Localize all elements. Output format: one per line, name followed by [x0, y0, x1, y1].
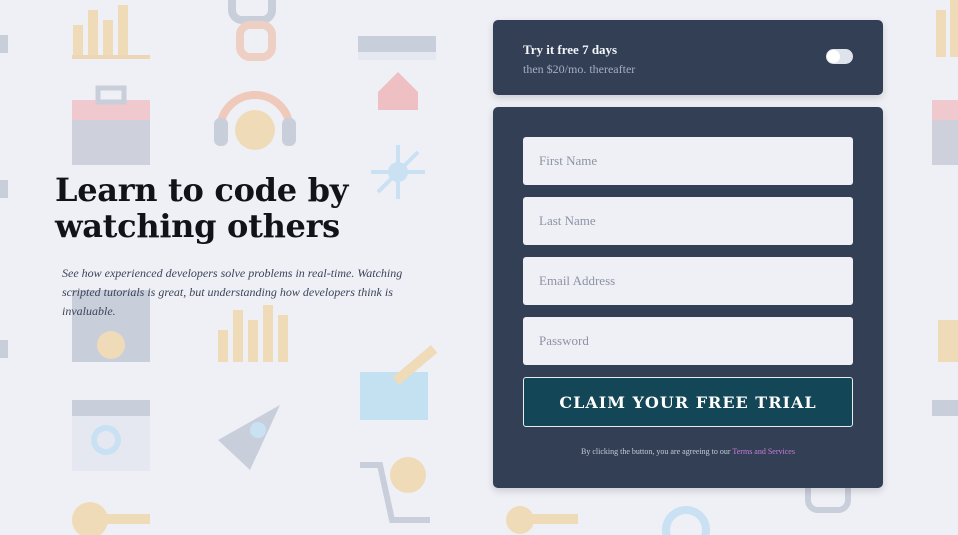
- terms-prefix: By clicking the button, you are agreeing…: [581, 447, 731, 456]
- claim-trial-button[interactable]: CLAIM YOUR FREE TRIAL: [523, 377, 853, 427]
- toolbox-icon: [72, 85, 150, 165]
- password-input[interactable]: [523, 317, 853, 365]
- headset-icon: [214, 91, 296, 150]
- signup-form: CLAIM YOUR FREE TRIAL By clicking the bu…: [493, 107, 883, 488]
- chain-link-icon: [228, 0, 276, 61]
- trial-subtitle: then $20/mo. thereafter: [523, 62, 636, 76]
- cart-icon: [360, 457, 430, 523]
- trial-title: Try it free 7 days: [523, 42, 618, 57]
- hero-description: See how experienced developers solve pro…: [62, 266, 403, 318]
- terms-notice: By clicking the button, you are agreeing…: [493, 447, 883, 456]
- browser-window-icon: [358, 36, 436, 60]
- last-name-input[interactable]: [523, 197, 853, 245]
- key-icon: [72, 502, 578, 535]
- pencil-icon: [360, 345, 438, 420]
- trial-banner: Try it free 7 days then $20/mo. thereaft…: [493, 20, 883, 95]
- email-input[interactable]: [523, 257, 853, 305]
- terms-link[interactable]: Terms and Services: [732, 447, 795, 456]
- toggle-knob: [827, 50, 840, 63]
- first-name-input[interactable]: [523, 137, 853, 185]
- bar-chart-icon: [72, 5, 150, 59]
- gear-icon: [662, 506, 710, 535]
- rocket-icon: [218, 405, 280, 470]
- bar-chart-icon: [936, 0, 958, 362]
- page-title: Learn to code by watching others: [55, 171, 348, 245]
- home-icon: [378, 72, 418, 110]
- trial-toggle[interactable]: [826, 49, 853, 64]
- browser-window-icon: [932, 400, 958, 416]
- toolbox-icon: [932, 100, 958, 165]
- search-window-icon: [72, 400, 150, 471]
- hero-section: Learn to code by watching others See how…: [55, 172, 445, 321]
